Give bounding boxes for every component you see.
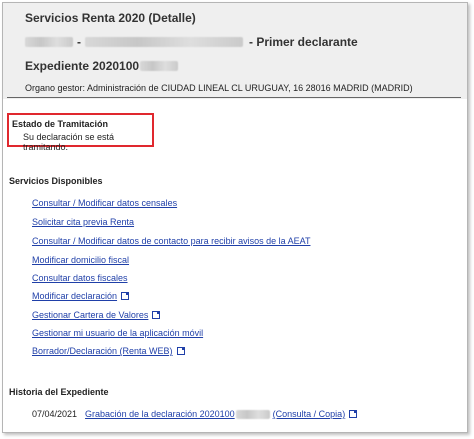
link-label: Modificar declaración — [32, 291, 118, 301]
expediente-label: Expediente 2020100 — [25, 59, 140, 73]
separator: - — [77, 35, 81, 49]
link-modificar-declaracion[interactable]: Modificar declaración — [32, 291, 130, 301]
header-panel: Servicios Renta 2020 (Detalle) - - Prime… — [3, 3, 467, 99]
link-label: Solicitar cita previa Renta — [32, 217, 135, 227]
historia-date: 07/04/2021 — [32, 409, 78, 419]
link-domicilio-fiscal[interactable]: Modificar domicilio fiscal — [32, 255, 129, 265]
link-label: Modificar domicilio fiscal — [32, 255, 130, 265]
redacted-name — [85, 37, 243, 47]
historia-title: Historia del Expediente — [9, 387, 109, 397]
link-renta-web[interactable]: Borrador/Declaración (Renta WEB) — [32, 346, 185, 356]
expediente-line: Expediente 2020100 — [25, 59, 179, 73]
link-label-suffix: (Consulta / Copia) — [272, 409, 346, 419]
link-label-prefix: Grabación de la declaración 2020100 — [85, 409, 235, 419]
divider — [7, 97, 461, 98]
link-cita-previa[interactable]: Solicitar cita previa Renta — [32, 217, 134, 227]
organo-gestor: Organo gestor: Administración de CIUDAD … — [25, 83, 413, 93]
declarant-role: - Primer declarante — [249, 35, 358, 49]
redacted-expediente — [140, 61, 179, 71]
page-title: Servicios Renta 2020 (Detalle) — [25, 11, 196, 25]
estado-tramitacion-box: Estado de Tramitación Su declaración se … — [7, 113, 154, 152]
redacted-expediente — [235, 409, 270, 419]
external-window-icon — [176, 347, 185, 355]
link-datos-fiscales[interactable]: Consultar datos fiscales — [32, 273, 128, 283]
estado-value: Su declaración se está tramitando. — [23, 132, 115, 152]
link-label: Consultar / Modificar datos de contacto … — [32, 236, 311, 246]
external-window-icon — [349, 410, 358, 418]
link-usuario-app-movil[interactable]: Gestionar mi usuario de la aplicación mó… — [32, 328, 203, 338]
redacted-nif — [25, 37, 73, 47]
detail-window: Servicios Renta 2020 (Detalle) - - Prime… — [2, 2, 468, 433]
external-window-icon — [152, 311, 161, 319]
estado-title: Estado de Tramitación — [12, 119, 109, 129]
link-label: Borrador/Declaración (Renta WEB) — [32, 346, 173, 356]
link-cartera-valores[interactable]: Gestionar Cartera de Valores — [32, 310, 161, 320]
servicios-title: Servicios Disponibles — [9, 176, 103, 186]
link-label: Gestionar Cartera de Valores — [32, 310, 149, 320]
link-datos-contacto[interactable]: Consultar / Modificar datos de contacto … — [32, 236, 310, 246]
link-label: Gestionar mi usuario de la aplicación mó… — [32, 328, 204, 338]
link-label: Consultar datos fiscales — [32, 273, 128, 283]
historia-row: 07/04/2021 Grabación de la declaración 2… — [32, 409, 358, 419]
declarant-line: - - Primer declarante — [25, 35, 358, 49]
link-datos-censales[interactable]: Consultar / Modificar datos censales — [32, 198, 177, 208]
external-window-icon — [121, 292, 130, 300]
link-grabacion-declaracion[interactable]: Grabación de la declaración 2020100 (Con… — [85, 409, 358, 419]
link-label: Consultar / Modificar datos censales — [32, 198, 178, 208]
